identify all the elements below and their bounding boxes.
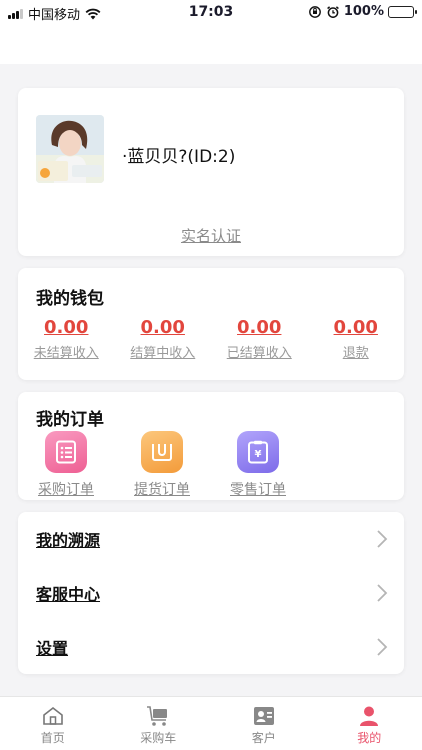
status-bar: 中国移动 17:03 100% xyxy=(0,0,422,24)
wallet-label: 结算中收入 xyxy=(130,346,196,361)
order-item-retail[interactable]: ¥ 零售订单 xyxy=(210,428,306,499)
profile-card: ·蓝贝贝?(ID:2) 实名认证 xyxy=(18,88,404,256)
pickup-order-icon xyxy=(141,431,183,473)
wallet-item-settling[interactable]: 0.00 结算中收入 xyxy=(115,316,212,361)
battery-icon xyxy=(388,5,417,18)
order-items: 采购订单 提货订单 ¥ 零售订单 xyxy=(18,428,306,499)
tab-label: 首页 xyxy=(40,731,65,745)
wallet-item-refund[interactable]: 0.00 退款 xyxy=(308,316,405,361)
cart-icon xyxy=(146,705,170,727)
user-icon xyxy=(357,705,381,727)
menu-item-traceability[interactable]: 我的溯源 xyxy=(18,512,404,566)
menu-label: 客服中心 xyxy=(36,585,101,604)
wallet-value: 0.00 xyxy=(44,317,89,338)
orders-card: 我的订单 采购订单 提货订单 ¥ 零售订单 xyxy=(18,392,404,500)
menu-label: 我的溯源 xyxy=(36,531,101,550)
order-label: 采购订单 xyxy=(38,482,94,498)
order-label: 提货订单 xyxy=(134,482,190,498)
username: ·蓝贝贝?(ID:2) xyxy=(122,147,236,167)
real-name-verify-link[interactable]: 实名认证 xyxy=(18,225,404,246)
wallet-label: 已结算收入 xyxy=(226,346,292,361)
tab-home[interactable]: 首页 xyxy=(0,697,106,750)
avatar[interactable] xyxy=(36,115,104,183)
wallet-item-settled[interactable]: 0.00 已结算收入 xyxy=(211,316,308,361)
orientation-lock-icon xyxy=(308,5,321,18)
tab-cart[interactable]: 采购车 xyxy=(106,697,212,750)
avatar-image xyxy=(36,115,104,183)
order-item-purchase[interactable]: 采购订单 xyxy=(18,428,114,499)
menu-card: 我的溯源 客服中心 设置 xyxy=(18,512,404,674)
tab-mine[interactable]: 我的 xyxy=(317,697,422,750)
wallet-label: 未结算收入 xyxy=(33,346,99,361)
wallet-value: 0.00 xyxy=(140,317,185,338)
retail-order-icon: ¥ xyxy=(237,431,279,473)
wallet-value: 0.00 xyxy=(333,317,378,338)
tab-bar: 首页 采购车 客户 我的 xyxy=(0,696,422,750)
chevron-right-icon xyxy=(377,584,388,602)
svg-text:¥: ¥ xyxy=(255,449,262,460)
menu-item-customer-service[interactable]: 客服中心 xyxy=(18,566,404,620)
purchase-order-icon xyxy=(45,431,87,473)
battery-percent: 100% xyxy=(343,4,384,19)
order-item-pickup[interactable]: 提货订单 xyxy=(114,428,210,499)
tab-label: 我的 xyxy=(357,731,382,745)
home-icon xyxy=(41,705,65,727)
wallet-items: 0.00 未结算收入 0.00 结算中收入 0.00 已结算收入 0.00 退款 xyxy=(18,316,404,361)
tab-label: 采购车 xyxy=(140,731,177,745)
orders-title: 我的订单 xyxy=(36,410,104,430)
tab-customers[interactable]: 客户 xyxy=(211,697,317,750)
menu-item-settings[interactable]: 设置 xyxy=(18,620,404,674)
order-label: 零售订单 xyxy=(230,482,286,498)
wallet-title: 我的钱包 xyxy=(36,289,104,309)
menu-label: 设置 xyxy=(36,639,69,658)
wallet-label: 退款 xyxy=(342,346,369,361)
header-area xyxy=(0,24,422,64)
wallet-card: 我的钱包 0.00 未结算收入 0.00 结算中收入 0.00 已结算收入 0.… xyxy=(18,268,404,380)
status-right: 100% xyxy=(308,4,417,19)
chevron-right-icon xyxy=(377,530,388,548)
contact-card-icon xyxy=(252,705,276,727)
wallet-item-unsettled[interactable]: 0.00 未结算收入 xyxy=(18,316,115,361)
chevron-right-icon xyxy=(377,638,388,656)
alarm-icon xyxy=(326,5,339,18)
tab-label: 客户 xyxy=(251,731,276,745)
wallet-value: 0.00 xyxy=(237,317,282,338)
